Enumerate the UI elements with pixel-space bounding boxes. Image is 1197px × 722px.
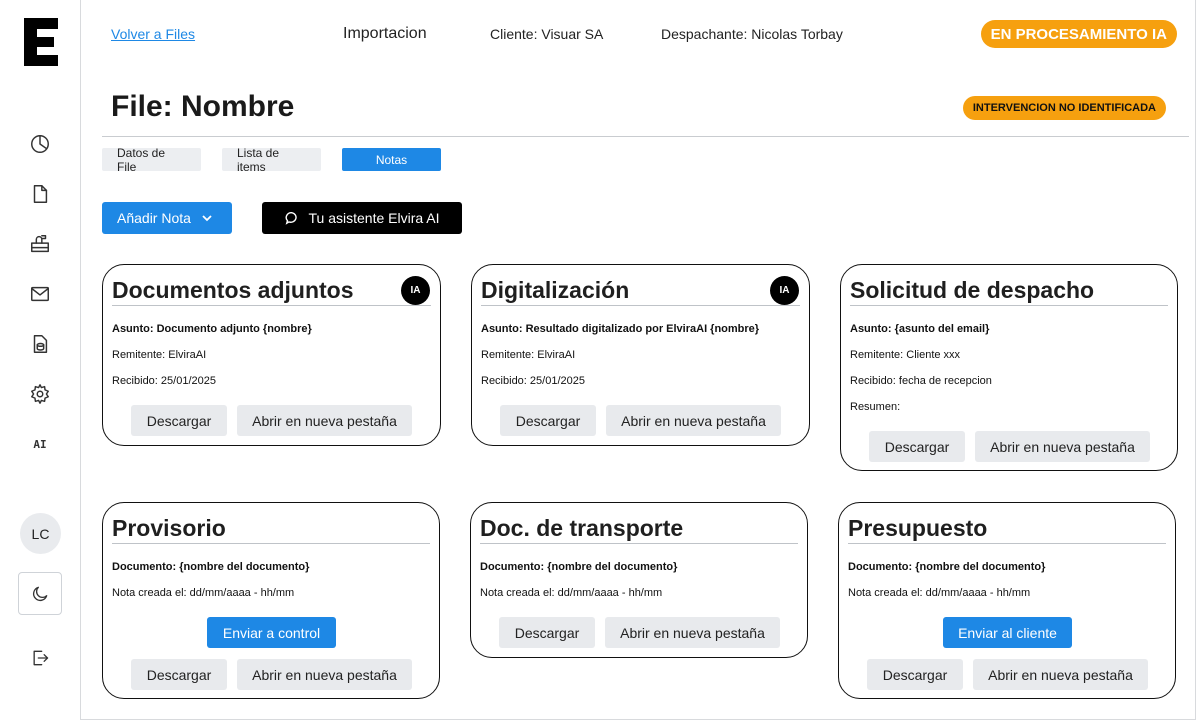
card-subject: Asunto: Resultado digitalizado por Elvir… bbox=[481, 323, 760, 335]
card-document: Documento: {nombre del documento} bbox=[480, 561, 678, 573]
logout-icon bbox=[33, 650, 49, 666]
card-sender: Remitente: Cliente xxx bbox=[850, 349, 961, 361]
open-new-tab-button[interactable]: Abrir en nueva pestaña bbox=[605, 617, 780, 648]
card-received: Recibido: 25/01/2025 bbox=[481, 375, 585, 387]
sidebar-item-dashboard[interactable] bbox=[24, 128, 56, 160]
send-to-control-button[interactable]: Enviar a control bbox=[207, 617, 336, 648]
sidebar-item-settings[interactable] bbox=[24, 378, 56, 410]
card-divider bbox=[481, 305, 800, 306]
sidebar-item-file-database[interactable] bbox=[24, 328, 56, 360]
card-title: Digitalización bbox=[481, 277, 630, 303]
sidebar: AI LC bbox=[0, 0, 80, 722]
card-title: Documentos adjuntos bbox=[112, 277, 354, 303]
card-document: Documento: {nombre del documento} bbox=[848, 561, 1046, 573]
download-button[interactable]: Descargar bbox=[131, 405, 227, 436]
card-created: Nota creada el: dd/mm/aaaa - hh/mm bbox=[848, 587, 1031, 599]
back-to-files-link[interactable]: Volver a Files bbox=[111, 26, 195, 42]
assistant-label: Tu asistente Elvira AI bbox=[308, 210, 440, 226]
note-card-solicitud-de-despacho: Solicitud de despacho Asunto: {asunto de… bbox=[840, 264, 1178, 471]
note-card-digitalizacion: Digitalización IA Asunto: Resultado digi… bbox=[471, 264, 810, 446]
add-note-button[interactable]: Añadir Nota bbox=[102, 202, 232, 234]
avatar[interactable]: LC bbox=[20, 513, 61, 554]
card-sender: Remitente: ElviraAI bbox=[112, 349, 207, 361]
card-created: Nota creada el: dd/mm/aaaa - hh/mm bbox=[112, 587, 295, 599]
card-document: Documento: {nombre del documento} bbox=[112, 561, 310, 573]
sidebar-item-documents[interactable] bbox=[24, 178, 56, 210]
card-received: Recibido: fecha de recepcion bbox=[850, 375, 992, 387]
logout-button[interactable] bbox=[26, 644, 54, 672]
send-to-client-button[interactable]: Enviar al cliente bbox=[943, 617, 1072, 648]
download-button[interactable]: Descargar bbox=[131, 659, 227, 690]
card-received: Recibido: 25/01/2025 bbox=[112, 375, 216, 387]
logo-icon[interactable] bbox=[24, 18, 58, 66]
file-database-icon bbox=[33, 335, 48, 353]
sidebar-item-mailbox[interactable] bbox=[24, 228, 56, 260]
tab-lista-de-items[interactable]: Lista de items bbox=[222, 146, 321, 174]
card-summary: Resumen: bbox=[850, 401, 901, 413]
ia-badge: IA bbox=[770, 276, 799, 305]
download-button[interactable]: Descargar bbox=[500, 405, 596, 436]
open-new-tab-button[interactable]: Abrir en nueva pestaña bbox=[973, 659, 1148, 690]
topbar: Volver a Files Importacion Cliente: Visu… bbox=[81, 0, 1195, 68]
file-type: Importacion bbox=[343, 25, 427, 42]
card-subject: Asunto: {asunto del email} bbox=[850, 323, 990, 335]
tab-notas[interactable]: Notas bbox=[342, 148, 441, 171]
note-card-provisorio: Provisorio Documento: {nombre del docume… bbox=[102, 502, 440, 699]
card-title: Solicitud de despacho bbox=[850, 277, 1095, 303]
document-icon bbox=[33, 185, 48, 203]
card-sender: Remitente: ElviraAI bbox=[481, 349, 576, 361]
card-title: Presupuesto bbox=[848, 515, 988, 541]
sidebar-item-mail[interactable] bbox=[24, 278, 56, 310]
pie-chart-icon bbox=[31, 135, 49, 153]
status-badge: EN PROCESAMIENTO IA bbox=[980, 20, 1177, 48]
open-new-tab-button[interactable]: Abrir en nueva pestaña bbox=[606, 405, 781, 436]
mailbox-icon bbox=[31, 235, 49, 253]
ia-badge: IA bbox=[401, 276, 430, 305]
tab-datos-de-file[interactable]: Datos de File bbox=[102, 146, 201, 174]
card-divider bbox=[850, 305, 1168, 306]
avatar-initials: LC bbox=[31, 525, 50, 542]
card-divider bbox=[112, 543, 430, 544]
card-subject: Asunto: Documento adjunto {nombre} bbox=[112, 323, 312, 335]
download-button[interactable]: Descargar bbox=[499, 617, 595, 648]
gear-icon bbox=[31, 384, 49, 404]
title-divider bbox=[102, 136, 1189, 137]
card-divider bbox=[112, 305, 431, 306]
warning-badge: INTERVENCION NO IDENTIFICADA bbox=[962, 96, 1166, 120]
card-divider bbox=[480, 543, 798, 544]
sidebar-item-ai[interactable]: AI bbox=[24, 428, 56, 460]
ai-icon: AI bbox=[33, 437, 47, 451]
note-card-documentos-adjuntos: Documentos adjuntos IA Asunto: Documento… bbox=[102, 264, 441, 446]
card-title: Doc. de transporte bbox=[480, 515, 684, 541]
client-label: Cliente: Visuar SA bbox=[490, 26, 604, 42]
assistant-button[interactable]: Tu asistente Elvira AI bbox=[262, 202, 462, 234]
page-title: File: Nombre bbox=[111, 90, 295, 123]
open-new-tab-button[interactable]: Abrir en nueva pestaña bbox=[237, 405, 412, 436]
add-note-label: Añadir Nota bbox=[117, 210, 191, 226]
card-divider bbox=[848, 543, 1166, 544]
note-card-doc-de-transporte: Doc. de transporte Documento: {nombre de… bbox=[470, 502, 808, 658]
download-button[interactable]: Descargar bbox=[867, 659, 963, 690]
dispatcher-label: Despachante: Nicolas Torbay bbox=[661, 26, 843, 42]
card-title: Provisorio bbox=[112, 515, 226, 541]
main-panel: Volver a Files Importacion Cliente: Visu… bbox=[80, 0, 1196, 720]
open-new-tab-button[interactable]: Abrir en nueva pestaña bbox=[237, 659, 412, 690]
note-card-presupuesto: Presupuesto Documento: {nombre del docum… bbox=[838, 502, 1176, 699]
open-new-tab-button[interactable]: Abrir en nueva pestaña bbox=[975, 431, 1150, 462]
chat-bubble-icon bbox=[285, 212, 297, 225]
download-button[interactable]: Descargar bbox=[869, 431, 965, 462]
chevron-down-icon bbox=[202, 215, 212, 222]
mail-icon bbox=[31, 286, 49, 302]
theme-toggle-button[interactable] bbox=[18, 572, 62, 615]
moon-icon bbox=[32, 586, 48, 601]
card-created: Nota creada el: dd/mm/aaaa - hh/mm bbox=[480, 587, 663, 599]
